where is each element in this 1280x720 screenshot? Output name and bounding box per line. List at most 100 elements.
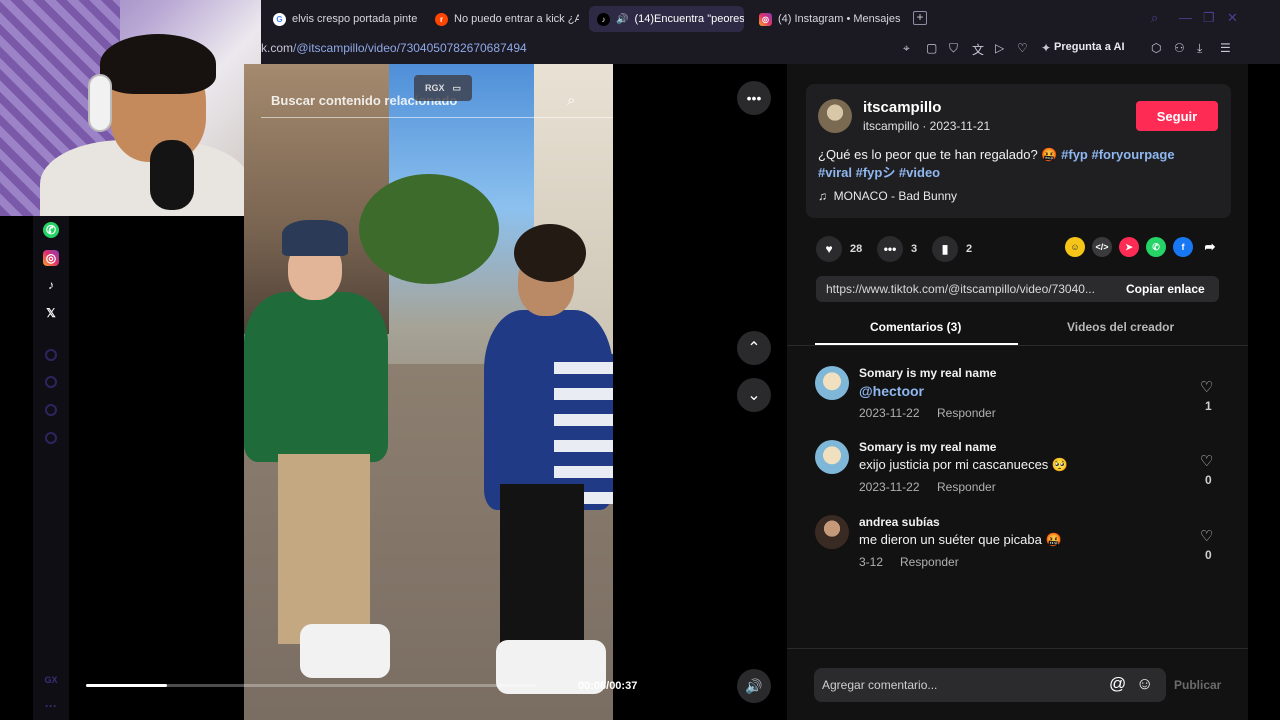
heart-bookmark-icon[interactable]: ♡ bbox=[1017, 41, 1028, 55]
settings-icon[interactable] bbox=[45, 432, 57, 444]
pin-icon[interactable]: ⌖ bbox=[903, 41, 910, 56]
volume-button[interactable]: 🔊 bbox=[737, 669, 771, 703]
commenter-avatar[interactable] bbox=[815, 515, 849, 549]
comment-text[interactable]: @hectoor bbox=[859, 383, 924, 399]
instagram-icon: ◎ bbox=[759, 12, 772, 26]
heart-outline-icon[interactable]: ♡ bbox=[1200, 527, 1213, 545]
rgx-label: RGX bbox=[424, 83, 445, 93]
tiktok-icon[interactable]: ♪ bbox=[43, 277, 59, 293]
download-icon[interactable]: ⤓ bbox=[1197, 41, 1202, 56]
publish-button[interactable]: Publicar bbox=[1174, 678, 1221, 692]
comment-icon[interactable]: ••• bbox=[877, 236, 903, 262]
tab-creator-videos[interactable]: Videos del creador bbox=[1067, 320, 1174, 334]
browser-sidebar: ✆ ◎ ♪ 𝕏 GX ··· bbox=[33, 216, 69, 720]
author-avatar[interactable] bbox=[818, 99, 852, 133]
commenter-avatar[interactable] bbox=[815, 366, 849, 400]
reply-button[interactable]: Responder bbox=[937, 406, 996, 420]
webcam-headphones bbox=[88, 74, 112, 132]
embed-icon[interactable]: </> bbox=[1092, 237, 1112, 257]
heart-icon[interactable]: ♥ bbox=[816, 236, 842, 262]
url-domain: k.com bbox=[261, 41, 294, 55]
webcam-overlay bbox=[0, 0, 261, 216]
address-bar[interactable]: k.com/@itscampillo/video/730405078267068… bbox=[261, 37, 1280, 64]
comment-item: Somary is my real name exijo justicia po… bbox=[815, 440, 1225, 500]
menu-icon[interactable]: ☰ bbox=[1220, 41, 1231, 55]
snapshot-icon[interactable]: ▢ bbox=[926, 41, 937, 55]
author-name[interactable]: itscampillo bbox=[863, 99, 941, 116]
facebook-share-icon[interactable]: f bbox=[1173, 237, 1193, 257]
follow-button[interactable]: Seguir bbox=[1136, 101, 1218, 131]
extensions-icon[interactable]: ⬡ bbox=[1151, 41, 1161, 55]
heart-outline-icon[interactable]: ♡ bbox=[1200, 378, 1213, 396]
friends-share-icon[interactable]: ☺ bbox=[1065, 237, 1085, 257]
caption-hashtags[interactable]: #viral #fypシ #video bbox=[818, 165, 940, 180]
video-player[interactable] bbox=[244, 64, 613, 720]
webcam-microphone bbox=[150, 140, 194, 210]
comment-item: andrea subías me dieron un suéter que pi… bbox=[815, 515, 1225, 575]
commenter-name[interactable]: Somary is my real name bbox=[859, 440, 996, 454]
video-progress-bar[interactable] bbox=[86, 684, 536, 687]
history-icon[interactable] bbox=[45, 376, 57, 388]
whatsapp-share-icon[interactable]: ✆ bbox=[1146, 237, 1166, 257]
shield-icon[interactable]: ⛉ bbox=[949, 41, 958, 56]
previous-video-button[interactable]: ⌃ bbox=[737, 331, 771, 365]
whatsapp-icon[interactable]: ✆ bbox=[43, 222, 59, 238]
tab-comments[interactable]: Comentarios (3) bbox=[870, 320, 961, 334]
like-count: 28 bbox=[850, 243, 863, 255]
send-icon[interactable]: ➤ bbox=[1119, 237, 1139, 257]
emoji-icon[interactable]: ☺ bbox=[1136, 674, 1153, 694]
close-window-icon[interactable]: ✕ bbox=[1227, 10, 1238, 26]
url-text[interactable]: k.com/@itscampillo/video/730405078267068… bbox=[261, 41, 527, 55]
like-stat[interactable]: ♥ 28 bbox=[816, 236, 862, 262]
comment-like-count: 0 bbox=[1205, 548, 1212, 562]
pip-icon: ▭ bbox=[452, 82, 462, 93]
comment-text: exijo justicia por mi cascanueces 🥺 bbox=[859, 457, 1069, 472]
comment-input[interactable] bbox=[822, 676, 1102, 694]
tab-label: (14)Encuentra "peores bbox=[634, 13, 744, 25]
browser-tab-reddit[interactable]: r No puedo entrar a kick ¿A bbox=[427, 6, 579, 32]
rgx-overlay-button[interactable]: RGX ▭ bbox=[414, 75, 472, 101]
copy-link-button[interactable]: Copiar enlace bbox=[1126, 282, 1205, 296]
x-icon[interactable]: 𝕏 bbox=[43, 305, 59, 321]
comment-stat[interactable]: ••• 3 bbox=[877, 236, 917, 262]
translate-icon[interactable]: 文 bbox=[972, 41, 984, 58]
share-arrow-icon[interactable]: ➦ bbox=[1200, 237, 1220, 257]
video-person-cap bbox=[282, 220, 348, 256]
new-tab-button[interactable]: + bbox=[913, 11, 927, 25]
video-scene-tree bbox=[359, 174, 499, 284]
ask-ai-button[interactable]: Pregunta a AI bbox=[1054, 41, 1125, 53]
profile-icon[interactable]: ⚇ bbox=[1174, 41, 1185, 55]
search-icon[interactable]: ⌕ bbox=[567, 92, 575, 109]
reply-button[interactable]: Responder bbox=[937, 480, 996, 494]
instagram-icon[interactable]: ◎ bbox=[43, 250, 59, 266]
minimize-icon[interactable]: — bbox=[1179, 10, 1192, 25]
browser-tab-strip: G elvis crespo portada pinte r No puedo … bbox=[261, 0, 1280, 37]
reply-button[interactable]: Responder bbox=[900, 555, 959, 569]
url-path: /@itscampillo/video/7304050782670687494 bbox=[293, 41, 527, 55]
commenter-name[interactable]: andrea subías bbox=[859, 515, 940, 529]
comment-composer[interactable]: @ ☺ bbox=[814, 668, 1166, 702]
next-video-button[interactable]: ⌄ bbox=[737, 378, 771, 412]
play-icon[interactable]: ▷ bbox=[995, 41, 1004, 55]
bookmark-icon[interactable]: ▮ bbox=[932, 236, 958, 262]
browser-tab-instagram[interactable]: ◎ (4) Instagram • Mensajes bbox=[751, 6, 906, 32]
commenter-name[interactable]: Somary is my real name bbox=[859, 366, 996, 380]
save-stat[interactable]: ▮ 2 bbox=[932, 236, 972, 262]
mention-icon[interactable]: @ bbox=[1109, 674, 1126, 694]
share-link-text[interactable]: https://www.tiktok.com/@itscampillo/vide… bbox=[826, 282, 1111, 296]
search-tabs-icon[interactable]: ⌕ bbox=[1151, 10, 1158, 26]
music-info[interactable]: ♫ MONACO - Bad Bunny bbox=[818, 189, 957, 203]
player-icon[interactable] bbox=[45, 349, 57, 361]
more-icon[interactable]: ··· bbox=[43, 698, 59, 714]
extensions-icon[interactable] bbox=[45, 404, 57, 416]
composer-divider bbox=[787, 648, 1248, 649]
browser-tab-tiktok[interactable]: ♪ 🔊 (14)Encuentra "peores bbox=[589, 6, 744, 32]
comment-text: me dieron un suéter que picaba 🤬 bbox=[859, 532, 1062, 547]
maximize-icon[interactable]: ❐ bbox=[1203, 10, 1215, 26]
browser-tab-google[interactable]: G elvis crespo portada pinte bbox=[265, 6, 417, 32]
more-options-button[interactable]: ••• bbox=[737, 81, 771, 115]
commenter-avatar[interactable] bbox=[815, 440, 849, 474]
comment-item: Somary is my real name @hectoor 2023-11-… bbox=[815, 366, 1225, 426]
caption-hashtags[interactable]: #fyp #foryourpage bbox=[1061, 147, 1174, 162]
heart-outline-icon[interactable]: ♡ bbox=[1200, 452, 1213, 470]
